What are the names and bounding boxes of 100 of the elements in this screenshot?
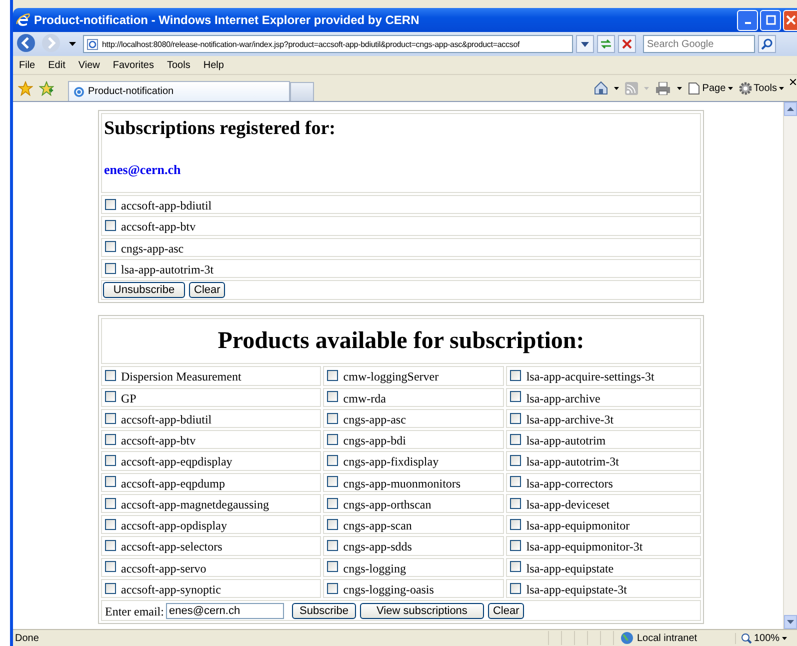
checkbox[interactable] [105,455,116,466]
checkbox[interactable] [105,241,116,252]
product-label: accsoft-app-bdiutil [121,412,212,426]
section-heading: Subscriptions registered for: [104,118,337,140]
checkbox[interactable] [510,498,522,508]
menu-item[interactable]: Tools [166,60,190,70]
subscription-label: accsoft-app-btv [121,220,196,234]
product-label: cngs-app-sdds [343,540,412,554]
product-label: accsoft-app-btv [121,433,196,448]
address-dropdown-button[interactable] [576,35,594,53]
caret-icon [581,42,589,46]
caret-icon[interactable] [677,86,682,90]
product-label: accsoft-app-opdisplay [121,518,227,532]
checkbox[interactable] [105,498,116,508]
printer-icon[interactable] [655,82,672,94]
checkbox[interactable] [327,370,338,381]
checkbox[interactable] [105,262,116,274]
checkbox[interactable] [510,434,522,445]
checkbox[interactable] [510,370,522,381]
caret-icon[interactable] [614,86,620,90]
product-label: accsoft-app-selectors [121,540,222,554]
clear-button[interactable]: Clear [189,282,226,298]
checkbox[interactable] [327,540,338,551]
product-label: Dispersion Measurement [121,370,242,384]
clear-button[interactable]: Clear [488,603,524,620]
close-icon[interactable] [790,79,796,85]
checkbox[interactable] [327,476,338,488]
checkbox[interactable] [510,582,522,594]
cross-icon [622,39,632,49]
checkbox[interactable] [327,498,338,508]
product-label: cmw-rda [343,390,386,405]
close-button[interactable] [783,10,797,30]
scrollbar[interactable] [783,102,797,629]
maximize-button[interactable] [760,10,781,30]
subscribe-button[interactable]: Subscribe [292,603,356,620]
checkbox[interactable] [105,198,116,210]
checkbox[interactable] [510,391,522,402]
checkbox[interactable] [105,582,116,594]
menu-item[interactable]: View [78,60,100,70]
checkbox[interactable] [510,561,522,572]
refresh-button[interactable] [597,35,615,53]
checkbox[interactable] [105,540,116,551]
checkbox[interactable] [510,455,522,466]
product-label: cngs-app-bdi [343,433,406,448]
menu-item[interactable]: Favorites [112,60,154,70]
checkbox[interactable] [105,220,116,231]
star-icon[interactable] [18,80,33,96]
checkbox[interactable] [510,476,522,488]
checkbox[interactable] [105,518,116,530]
zoom-level-button[interactable]: 100% [735,632,797,644]
checkbox[interactable] [510,412,522,424]
checkbox[interactable] [105,412,116,424]
gear-icon [738,82,752,94]
checkbox[interactable] [105,476,116,488]
email-label: Enter email: [105,604,164,618]
window-title: Product-notification - Windows Internet Explorer provided by CERN [34,13,420,27]
browser-tab[interactable]: Product-notification [68,81,290,101]
product-label: lsa-app-deviceset [526,497,610,511]
menu-item[interactable]: File [19,60,36,70]
page-menu-button[interactable]: Page [688,82,733,94]
checkbox[interactable] [327,582,338,594]
minimize-icon [744,22,750,24]
checkbox[interactable] [105,370,116,381]
product-label: lsa-app-equipstate [526,560,614,575]
product-label: cngs-logging [343,560,406,575]
search-button[interactable] [758,35,776,53]
email-field[interactable]: enes@cern.ch [166,603,284,620]
subscription-label: accsoft-app-bdiutil [121,198,212,212]
home-icon[interactable] [594,81,608,95]
unsubscribe-button[interactable]: Unsubscribe [103,282,185,298]
tools-menu-button[interactable]: Tools [738,82,784,94]
checkbox[interactable] [327,391,338,402]
stop-button[interactable] [618,35,636,53]
search-field[interactable]: Search Google [643,35,755,53]
checkbox[interactable] [510,540,522,551]
checkbox[interactable] [327,518,338,530]
caret-icon [779,86,784,90]
product-label: lsa-app-autotrim [526,433,606,448]
add-star-icon[interactable] [39,80,54,96]
dropdown-arrow-icon[interactable] [69,42,76,46]
checkbox[interactable] [105,434,116,445]
menu-item[interactable]: Help [203,60,224,70]
checkbox[interactable] [327,434,338,445]
checkbox[interactable] [105,561,116,572]
checkbox[interactable] [327,412,338,424]
view-subscriptions-button[interactable]: View subscriptions [360,603,484,620]
minimize-button[interactable] [737,10,758,30]
product-label: accsoft-app-eqpdump [121,476,225,490]
product-label: accsoft-app-synoptic [121,582,221,596]
checkbox[interactable] [327,561,338,572]
checkbox[interactable] [510,518,522,530]
checkbox[interactable] [327,455,338,466]
back-button[interactable] [15,33,37,55]
checkbox[interactable] [105,391,116,402]
address-bar[interactable]: http://localhost:8080/release-notification-war/index.jsp?product=accsoft-app-bdiutil&product=cngs-app-asc&product=accsof [83,35,573,53]
menu-item[interactable]: Edit [48,60,66,70]
product-label: cmw-loggingServer [343,370,439,384]
maximize-icon [766,15,776,25]
up-arrow-icon [787,107,794,111]
product-label: lsa-app-archive [526,390,600,405]
